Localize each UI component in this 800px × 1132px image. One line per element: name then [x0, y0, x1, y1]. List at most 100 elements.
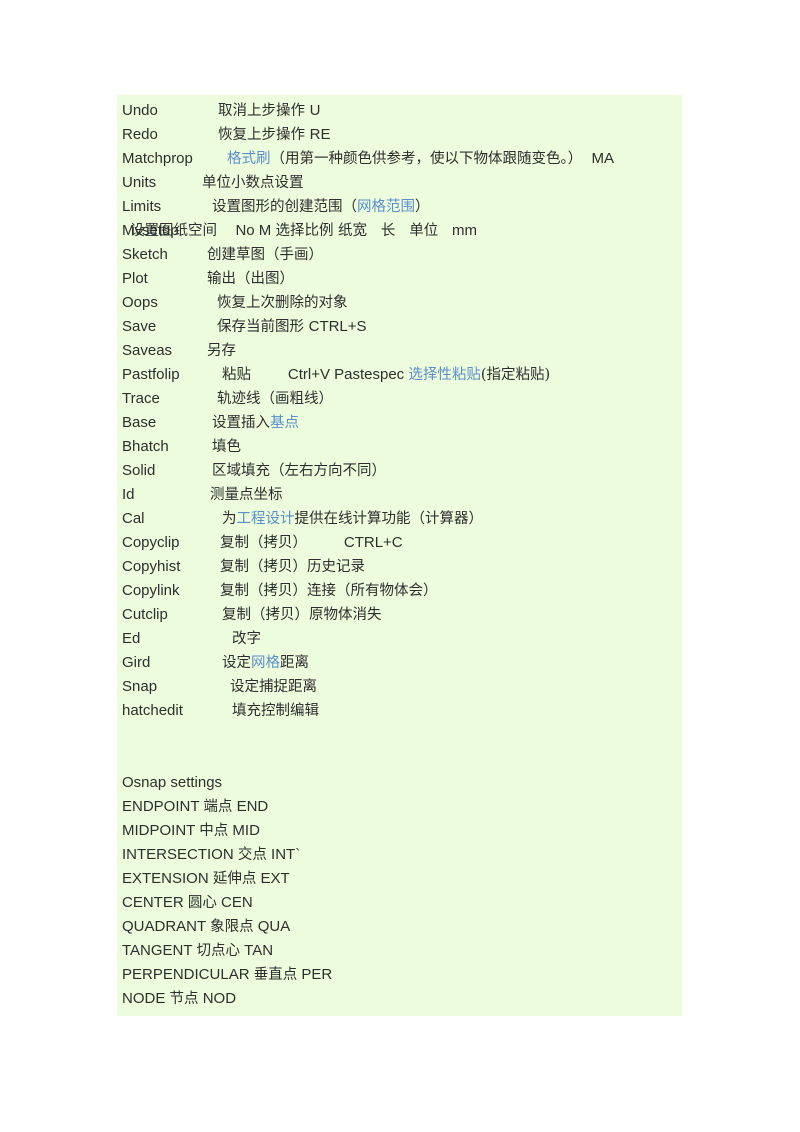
description-text: 设置图纸空间	[130, 223, 236, 239]
osnap-english-name: INTERSECTION	[122, 846, 234, 863]
command-row: Gird 设定网格距离	[117, 651, 682, 675]
osnap-row: EXTENSION 延伸点 EXT	[117, 867, 682, 891]
command-description: 创建草图（手画）	[207, 246, 323, 263]
command-description: 保存当前图形 CTRL+S	[217, 318, 367, 335]
description-text: 创建草图（手画）	[207, 247, 323, 263]
description-text: ）	[415, 199, 430, 215]
description-text: 填充控制编辑	[232, 703, 319, 719]
command-name: Plot	[122, 270, 148, 287]
command-name: Trace	[122, 390, 160, 407]
command-name: Copyhist	[122, 558, 181, 575]
description-text: 保存当前图形	[217, 319, 309, 335]
osnap-english-name: TANGENT	[122, 942, 193, 959]
command-description: 轨迹线（画粗线）	[217, 390, 333, 407]
description-text: 复制（拷贝）	[220, 535, 344, 551]
osnap-english-name: ENDPOINT	[122, 798, 200, 815]
highlighted-term: 基点	[270, 415, 299, 431]
command-row: Snap 设定捕捉距离	[117, 675, 682, 699]
command-name: Units	[122, 174, 157, 191]
description-text: 选择比例 纸宽 长 单位	[275, 223, 453, 239]
description-text: 设定捕捉距离	[230, 679, 317, 695]
command-name: Sketch	[122, 246, 168, 263]
command-description: 另存	[207, 342, 236, 359]
description-text: 测量点坐标	[210, 487, 283, 503]
command-description: 单位小数点设置	[202, 174, 304, 191]
osnap-english-name: QUADRANT	[122, 918, 206, 935]
command-row: Limits 设置图形的创建范围（网格范围）	[117, 195, 682, 219]
osnap-abbreviation: PER	[301, 966, 333, 983]
command-row: Mvsetup设置图纸空间 No M 选择比例 纸宽 长 单位 mm	[117, 219, 682, 243]
osnap-row: CENTER 圆心 CEN	[117, 891, 682, 915]
command-row: Oops 恢复上次删除的对象	[117, 291, 682, 315]
command-row: Copyclip 复制（拷贝） CTRL+C	[117, 531, 682, 555]
command-name: Cutclip	[122, 606, 168, 623]
osnap-english-name: PERPENDICULAR	[122, 966, 250, 983]
osnap-abbreviation: TAN	[244, 942, 274, 959]
command-name: Oops	[122, 294, 158, 311]
command-row: Saveas 另存	[117, 339, 682, 363]
description-text: 轨迹线（画粗线）	[217, 391, 333, 407]
command-description: 恢复上步操作 RE	[218, 126, 330, 143]
command-row: hatchedit 填充控制编辑	[117, 699, 682, 723]
command-name: Redo	[122, 126, 158, 143]
command-name: Matchprop	[122, 150, 193, 167]
osnap-chinese-name: 中点	[199, 823, 229, 839]
osnap-row: ENDPOINT 端点 END	[117, 795, 682, 819]
description-text: CTRL+S	[308, 318, 367, 335]
description-text: RE	[309, 126, 331, 143]
command-description: 填色	[212, 438, 241, 455]
command-name: Snap	[122, 678, 158, 695]
description-text: 区域填充（左右方向不同）	[212, 463, 386, 479]
command-description: 区域填充（左右方向不同）	[212, 462, 386, 479]
description-text: U	[309, 102, 321, 119]
command-row: Sketch 创建草图（手画）	[117, 243, 682, 267]
command-row: Base 设置插入基点	[117, 411, 682, 435]
description-text: 设置插入	[212, 415, 270, 431]
command-row: Redo 恢复上步操作 RE	[117, 123, 682, 147]
selected-text-block[interactable]: Undo 取消上步操作 U Redo 恢复上步操作 RE Matchprop 格式刷（用第…	[117, 95, 682, 1016]
description-text: 取消上步操作	[218, 103, 310, 119]
command-description: 复制（拷贝）原物体消失	[222, 606, 382, 623]
osnap-row: TANGENT 切点心 TAN	[117, 939, 682, 963]
command-description: 取消上步操作 U	[218, 102, 320, 119]
command-row: Plot 输出（出图）	[117, 267, 682, 291]
description-text: 单位小数点设置	[202, 175, 304, 191]
command-description: 改字	[232, 630, 261, 647]
section-gap-2	[117, 747, 682, 771]
osnap-abbreviation: NOD	[202, 990, 237, 1007]
description-text: No M	[235, 222, 276, 239]
command-description: 设定网格距离	[222, 654, 309, 671]
command-row: Pastfolip 粘贴 Ctrl+V Pastespec 选择性粘贴(指定粘贴)	[117, 363, 682, 387]
description-text: 恢复上步操作	[218, 127, 310, 143]
description-text: 粘贴	[222, 367, 288, 383]
description-text: Ctrl+V Pastespec	[287, 366, 409, 383]
command-description: 复制（拷贝）历史记录	[220, 558, 365, 575]
description-text: 提供在线计算功能（计算器）	[294, 511, 484, 527]
command-description: 设定捕捉距离	[230, 678, 317, 695]
command-row: Solid 区域填充（左右方向不同）	[117, 459, 682, 483]
osnap-english-name: MIDPOINT	[122, 822, 196, 839]
command-row: Units 单位小数点设置	[117, 171, 682, 195]
command-description: 填充控制编辑	[232, 702, 319, 719]
description-text: （用第一种颜色供参考，使以下物体跟随变色。）	[270, 151, 592, 167]
description-text: 设置图形的创建范围（	[212, 199, 357, 215]
command-row: Trace 轨迹线（画粗线）	[117, 387, 682, 411]
osnap-abbreviation: MID	[232, 822, 260, 839]
command-description: 为工程设计提供在线计算功能（计算器）	[222, 510, 483, 527]
command-description: 测量点坐标	[210, 486, 283, 503]
command-name: Undo	[122, 102, 158, 119]
description-text: 填色	[212, 439, 241, 455]
command-name: Gird	[122, 654, 151, 671]
osnap-heading: Osnap settings	[122, 774, 223, 791]
osnap-row: INTERSECTION 交点 INT`	[117, 843, 682, 867]
command-row: Cutclip 复制（拷贝）原物体消失	[117, 603, 682, 627]
description-text: 恢复上次删除的对象	[217, 295, 348, 311]
osnap-abbreviation: INT`	[271, 846, 301, 863]
description-text: 设定	[222, 655, 251, 671]
command-row: Ed 改字	[117, 627, 682, 651]
command-name: Limits	[122, 198, 162, 215]
description-text: 另存	[207, 343, 236, 359]
description-text: CTRL+C	[343, 534, 403, 551]
osnap-row: PERPENDICULAR 垂直点 PER	[117, 963, 682, 987]
